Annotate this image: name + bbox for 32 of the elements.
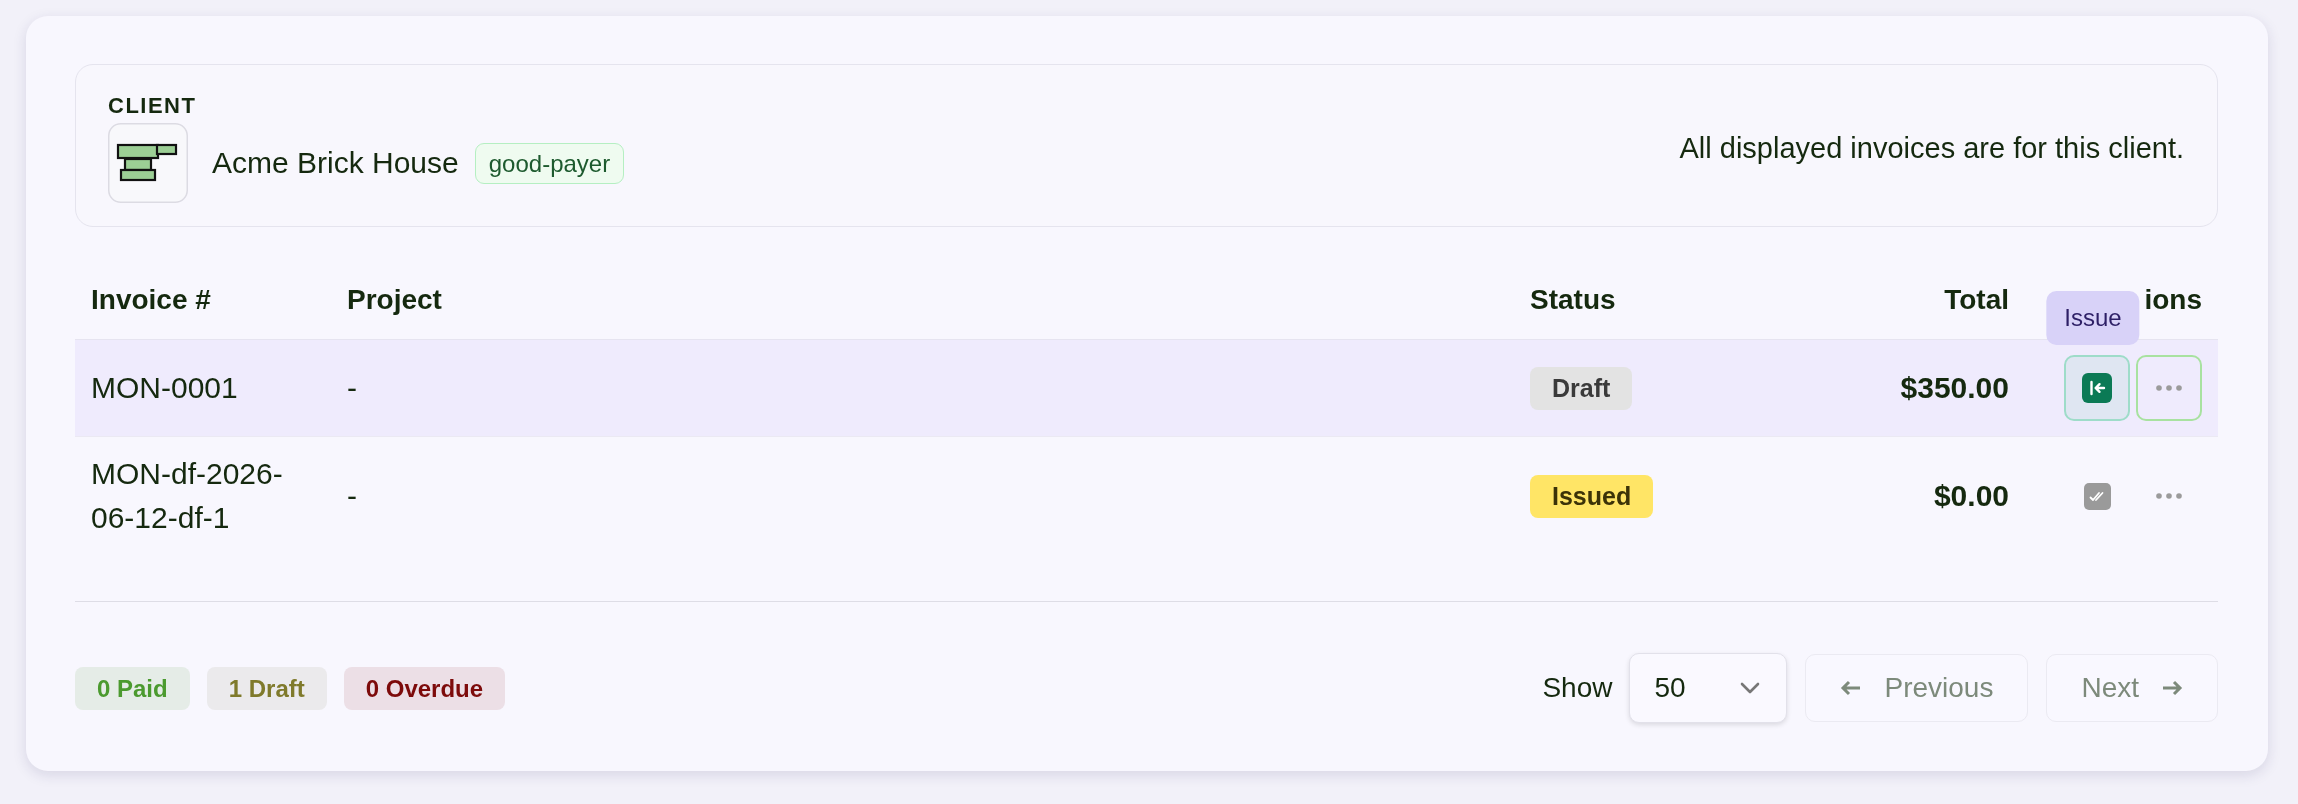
column-header: Project (346, 284, 443, 316)
issue-button[interactable] (2064, 355, 2130, 421)
stacked-blocks-icon (108, 123, 188, 203)
arrow-left-icon (1840, 680, 1863, 696)
summary-badge: 0 Paid (75, 666, 190, 710)
chevron-down-icon (1740, 682, 1761, 694)
project-cell-text: - (346, 478, 358, 514)
tooltip: Issue (2046, 291, 2140, 345)
total-amount: $350.00 (1899, 370, 2010, 406)
summary-badge: 1 Draft (206, 666, 327, 710)
project-cell-text: - (346, 370, 358, 406)
more-icon (2156, 493, 2182, 499)
status-badge: Draft (1530, 366, 1633, 410)
show-label: Show (1542, 672, 1613, 704)
client-tag: good-payer (474, 142, 625, 184)
client-note: All displayed invoices are for this client. (1679, 131, 2184, 165)
client-name: Acme Brick House (212, 145, 459, 181)
client-heading: CLIENT (108, 93, 197, 119)
column-header: Status (1529, 284, 1617, 316)
column-header: Invoice # (90, 284, 212, 316)
more-button[interactable] (2136, 355, 2202, 421)
double-check-icon (2083, 482, 2111, 510)
column-header: Total (1943, 284, 2010, 316)
page-size-select[interactable]: 50 (1629, 653, 1788, 723)
total-amount: $0.00 (1932, 478, 2010, 514)
summary-badge: 0 Overdue (343, 666, 506, 710)
column-header: ions (2143, 284, 2203, 316)
arrow-right-icon (2161, 680, 2183, 696)
invoice-number: MON-0001 (90, 370, 239, 406)
status-badge: Issued (1530, 474, 1654, 518)
invoice-number: MON-df-2026-06-12-df-1 (90, 456, 284, 536)
more-icon (2156, 385, 2182, 391)
